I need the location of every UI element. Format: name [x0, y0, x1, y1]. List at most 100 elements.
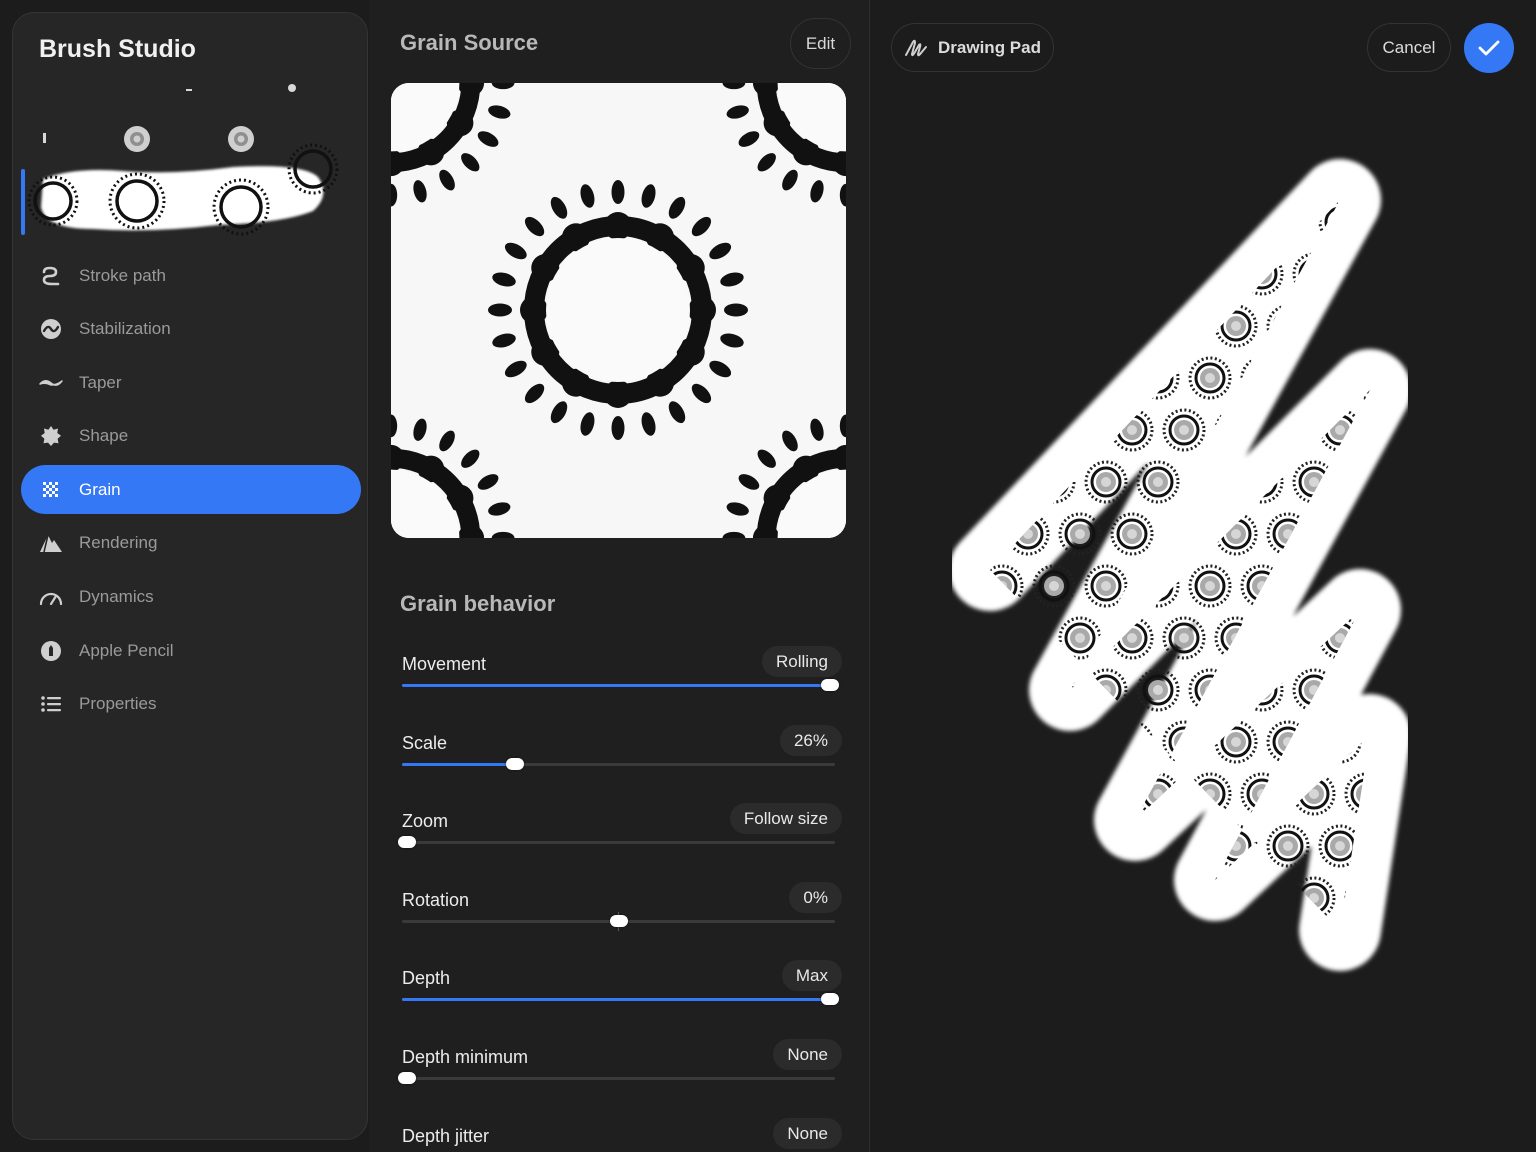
stroke-flower-motif — [1398, 254, 1438, 294]
stroke-flower-motif — [1528, 410, 1536, 450]
stroke-flower-motif — [1006, 616, 1050, 660]
stroke-flower-motif — [1476, 514, 1516, 554]
cancel-button[interactable]: Cancel — [1367, 23, 1451, 72]
stroke-flower-motif — [1084, 460, 1128, 504]
sidebar-item-label: Dynamics — [79, 587, 154, 607]
stroke-flower-motif — [1424, 618, 1464, 658]
stroke-flower-motif — [1110, 928, 1154, 930]
stroke-flower-motif — [990, 772, 1024, 816]
slider-thumb[interactable] — [609, 915, 628, 927]
apple-pencil-icon — [39, 639, 63, 663]
slider-value-badge[interactable]: Rolling — [762, 646, 842, 677]
stroke-flower-motif — [1424, 410, 1464, 450]
drawing-pad-canvas[interactable] — [870, 0, 1536, 1152]
slider-track[interactable] — [402, 993, 839, 1005]
sidebar-item-apple-pencil[interactable]: Apple Pencil — [21, 626, 361, 675]
stroke-flower-motif — [1476, 930, 1516, 970]
stroke-flower-motif — [1450, 670, 1490, 710]
slider-track[interactable] — [402, 912, 835, 931]
stroke-flower-motif — [1032, 876, 1076, 920]
slider-label: Depth minimum — [402, 1047, 529, 1067]
done-button[interactable] — [1464, 23, 1514, 73]
slider-thumb[interactable] — [398, 1072, 416, 1084]
sidebar-item-stabilization[interactable]: Stabilization — [21, 305, 361, 354]
stroke-flower-motif — [1032, 772, 1076, 816]
depth-jitter-slider: Depth jitter None — [402, 1118, 842, 1152]
stroke-flower-motif — [1476, 826, 1516, 866]
sidebar-item-taper[interactable]: Taper — [21, 358, 361, 407]
slider-thumb[interactable] — [398, 836, 416, 848]
edit-grain-button[interactable]: Edit — [790, 18, 851, 69]
checkmark-icon — [1478, 40, 1500, 56]
stroke-flower-motif — [1502, 150, 1536, 190]
drawing-pad-button[interactable]: Drawing Pad — [891, 23, 1054, 72]
brush-preview-strokes — [27, 84, 339, 236]
stroke-flower-motif — [1086, 982, 1126, 1022]
stroke-flower-motif — [1006, 408, 1050, 452]
stroke-flower-motif — [1424, 306, 1464, 346]
slider-track[interactable] — [402, 758, 835, 770]
stroke-flower-motif — [930, 774, 970, 814]
stroke-flower-motif — [1190, 982, 1230, 1022]
grain-source-preview[interactable] — [391, 83, 846, 538]
stroke-flower-motif — [990, 304, 998, 348]
slider-thumb[interactable] — [505, 758, 524, 770]
rendering-icon — [39, 531, 63, 555]
stroke-flower-motif — [982, 150, 1022, 190]
slider-track[interactable] — [398, 836, 835, 848]
stroke-flower-motif — [1528, 1034, 1536, 1074]
stroke-flower-motif — [930, 150, 970, 190]
drawing-pad[interactable]: Drawing Pad Cancel — [870, 0, 1536, 1152]
stroke-flower-motif — [1450, 254, 1490, 294]
slider-value-badge[interactable]: Follow size — [729, 803, 842, 834]
stroke-flower-motif — [1528, 930, 1536, 970]
slider-value-badge[interactable]: 26% — [779, 725, 842, 756]
stroke-flower-motif — [1058, 200, 1102, 244]
stroke-flower-motif — [930, 670, 970, 710]
stroke-flower-motif — [1502, 358, 1536, 398]
slider-value-badge[interactable]: None — [773, 1118, 842, 1149]
stroke-flower-motif — [1476, 618, 1516, 658]
stroke-flower-motif — [1502, 670, 1536, 710]
stroke-flower-motif — [1294, 982, 1334, 1022]
scale-slider: Scale 26% — [402, 725, 842, 785]
sidebar-item-rendering[interactable]: Rendering — [21, 519, 361, 568]
stroke-flower-motif — [990, 200, 998, 244]
slider-value-badge[interactable]: Max — [781, 960, 842, 991]
stroke-flower-motif — [1032, 356, 1076, 400]
depth-minimum-slider: Depth minimum None — [398, 1039, 842, 1099]
stroke-flower-motif — [990, 720, 998, 764]
grain-settings-panel: Grain Source Edit Grain behavior Movemen… — [369, 0, 869, 1152]
stroke-flower-motif — [1398, 566, 1438, 606]
depth-slider: Depth Max — [402, 960, 842, 1020]
stroke-flower-motif — [1528, 514, 1536, 554]
sidebar-item-grain[interactable]: Grain — [21, 465, 361, 515]
sidebar-item-shape[interactable]: Shape — [21, 412, 361, 461]
slider-track[interactable] — [402, 679, 839, 691]
sidebar-item-dynamics[interactable]: Dynamics — [21, 573, 361, 622]
stroke-flower-motif — [1006, 304, 1050, 348]
slider-value-badge[interactable]: 0% — [789, 882, 842, 913]
brush-studio-sidebar: Brush Studio Stroke path Stabilization T… — [12, 12, 368, 1140]
stroke-flower-motif — [1502, 254, 1536, 294]
sidebar-item-label: Rendering — [79, 533, 158, 553]
slider-value-badge[interactable]: None — [773, 1039, 842, 1070]
taper-icon — [39, 371, 63, 395]
stroke-flower-motif — [1006, 200, 1050, 244]
stroke-flower-motif — [1058, 928, 1102, 930]
stroke-flower-motif — [930, 254, 970, 294]
slider-thumb[interactable] — [821, 993, 839, 1005]
sidebar-item-properties[interactable]: Properties — [21, 680, 361, 729]
stroke-flower-motif — [1006, 720, 1050, 764]
stroke-flower-motif — [1216, 1034, 1256, 1074]
slider-thumb[interactable] — [821, 679, 839, 691]
stroke-flower-motif — [1110, 200, 1154, 244]
brush-preview-list[interactable] — [13, 83, 367, 243]
sidebar-item-stroke-path[interactable]: Stroke path — [21, 251, 361, 300]
brush-stroke — [949, 159, 1411, 971]
shape-icon — [39, 424, 63, 448]
stroke-flower-motif — [1164, 1034, 1204, 1074]
stroke-flower-motif — [1450, 566, 1490, 606]
slider-track[interactable] — [398, 1072, 835, 1084]
stroke-flower-motif — [1032, 252, 1076, 296]
